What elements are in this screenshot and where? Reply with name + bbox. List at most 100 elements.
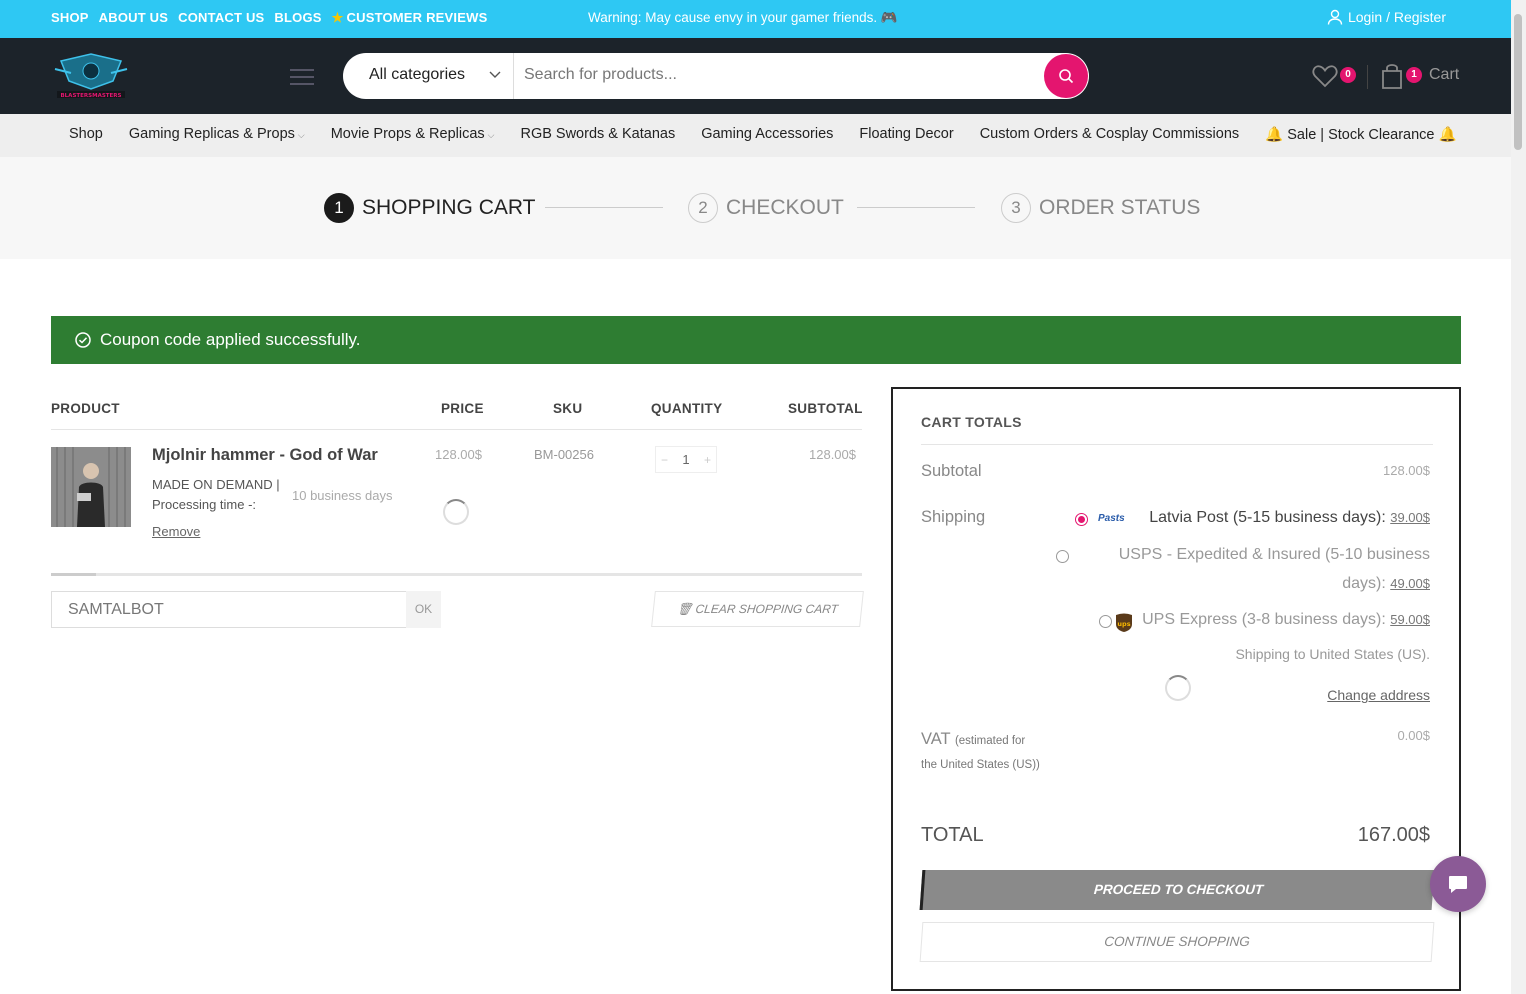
- shipping-option-price: 59.00$: [1390, 612, 1430, 627]
- apply-coupon-button[interactable]: OK: [406, 591, 441, 628]
- col-header-price: PRICE: [441, 401, 484, 416]
- top-link-about[interactable]: ABOUT US: [99, 10, 169, 26]
- top-link-blogs[interactable]: BLOGS: [274, 10, 321, 26]
- site-logo[interactable]: BLASTERSMASTERS: [53, 51, 129, 101]
- top-link-reviews[interactable]: ★ CUSTOMER REVIEWS: [332, 10, 488, 26]
- product-processing-days: 10 business days: [292, 488, 393, 503]
- step-connector: [857, 207, 975, 208]
- quantity-plus-button[interactable]: +: [704, 453, 711, 467]
- vat-label: VAT: [921, 730, 951, 748]
- chat-button[interactable]: [1430, 856, 1486, 912]
- shipping-option-usps-line1[interactable]: USPS - Expedited & Insured (5-10 busines…: [1119, 546, 1430, 564]
- chevron-down-icon: ⌵: [487, 130, 495, 140]
- shipping-radio-ups[interactable]: [1099, 615, 1112, 628]
- quantity-minus-button[interactable]: −: [661, 453, 668, 467]
- shopping-bag-icon[interactable]: [1381, 62, 1403, 90]
- user-icon: [1327, 9, 1343, 25]
- shipping-radio-usps[interactable]: [1056, 550, 1069, 563]
- shipping-option-latvia-post[interactable]: Latvia Post (5-15 business days): 39.00$: [1149, 509, 1430, 527]
- nav-item-floating-decor[interactable]: Floating Decor: [859, 126, 953, 143]
- search-icon: [1059, 69, 1074, 84]
- quantity-stepper: − 1 +: [655, 446, 717, 473]
- loading-spinner: [1165, 675, 1191, 701]
- quantity-value[interactable]: 1: [682, 452, 689, 467]
- product-subtotal: 128.00$: [809, 447, 856, 462]
- product-price: 128.00$: [435, 447, 482, 462]
- scrollbar-thumb[interactable]: [1514, 14, 1522, 150]
- heart-icon[interactable]: [1312, 64, 1338, 88]
- step-label: ORDER STATUS: [1039, 196, 1201, 219]
- nav-item-movie-props[interactable]: Movie Props & Replicas ⌵: [331, 126, 495, 143]
- coupon-success-alert: Coupon code applied successfully.: [51, 316, 1461, 364]
- shipping-option-name: UPS Express (3-8 business days):: [1142, 611, 1386, 628]
- search-bar: All categories Search for products...: [343, 53, 1089, 99]
- continue-shopping-button[interactable]: CONTINUE SHOPPING: [919, 922, 1435, 962]
- loading-spinner: [443, 499, 469, 525]
- nav-item-gaming-accessories[interactable]: Gaming Accessories: [701, 126, 833, 143]
- loading-progress-bar: [51, 573, 862, 576]
- vat-label-block: VAT (estimated for the United States (US…: [921, 728, 1041, 776]
- top-warning: Warning: May cause envy in your gamer fr…: [588, 10, 898, 25]
- header: BLASTERSMASTERS All categories Search fo…: [0, 38, 1511, 114]
- nav-item-gaming-replicas[interactable]: Gaming Replicas & Props ⌵: [129, 126, 305, 143]
- step-number: 3: [1001, 193, 1031, 223]
- search-button[interactable]: [1044, 54, 1088, 98]
- ups-logo-text: ups: [1117, 620, 1130, 628]
- shipping-option-name: days):: [1342, 575, 1386, 592]
- col-header-product: PRODUCT: [51, 401, 120, 416]
- col-header-quantity: QUANTITY: [651, 401, 723, 416]
- total-value: 167.00$: [1357, 824, 1430, 846]
- cart-count-badge: 1: [1406, 67, 1422, 83]
- cart-totals-panel: CART TOTALS Subtotal 128.00$ Shipping Pa…: [891, 387, 1461, 991]
- ups-logo-icon: ups: [1116, 613, 1132, 632]
- shipping-label: Shipping: [921, 508, 986, 526]
- cart-label[interactable]: Cart: [1429, 66, 1459, 84]
- shipping-option-price: 49.00$: [1390, 576, 1430, 591]
- alert-message: Coupon code applied successfully.: [100, 330, 361, 349]
- step-number: 1: [324, 193, 354, 223]
- step-number: 2: [688, 193, 718, 223]
- check-circle-icon: [75, 332, 91, 348]
- col-header-sku: SKU: [553, 401, 583, 416]
- top-bar: SHOP ABOUT US CONTACT US BLOGS ★ CUSTOMER…: [0, 0, 1511, 38]
- remove-link[interactable]: Remove: [152, 524, 200, 539]
- shipping-destination: Shipping to United States (US).: [1235, 646, 1430, 662]
- wishlist-count-badge: 0: [1340, 67, 1356, 83]
- totals-divider: [921, 444, 1433, 445]
- nav-item-label: Movie Props & Replicas: [330, 126, 485, 142]
- menu-icon[interactable]: [290, 69, 314, 85]
- main-nav: Shop Gaming Replicas & Props ⌵ Movie Prop…: [0, 114, 1511, 157]
- scrollbar[interactable]: [1511, 0, 1526, 994]
- nav-item-custom-orders[interactable]: Custom Orders & Cosplay Commissions: [980, 126, 1239, 143]
- top-link-shop[interactable]: SHOP: [51, 10, 89, 26]
- proceed-to-checkout-button[interactable]: PROCEED TO CHECKOUT: [919, 870, 1435, 910]
- login-link[interactable]: Login / Register: [1327, 9, 1446, 25]
- product-thumbnail[interactable]: [51, 447, 131, 527]
- clear-cart-button[interactable]: 🗑 CLEAR SHOPPING CART: [651, 591, 864, 627]
- coupon-input[interactable]: SAMTALBOT: [51, 591, 407, 628]
- search-input[interactable]: Search for products...: [524, 66, 677, 84]
- logo-text: BLASTERSMASTERS: [60, 93, 121, 99]
- header-divider: [1367, 65, 1368, 89]
- step-order-status: 3 ORDER STATUS: [1001, 193, 1200, 223]
- nav-item-shop[interactable]: Shop: [69, 126, 103, 143]
- nav-item-label: Gaming Replicas & Props: [128, 126, 295, 142]
- shipping-radio-latvia-post[interactable]: [1075, 513, 1088, 526]
- col-header-subtotal: SUBTOTAL: [788, 401, 863, 416]
- product-name[interactable]: Mjolnir hammer - God of War: [152, 446, 378, 465]
- step-connector: [545, 207, 663, 208]
- top-link-contact[interactable]: CONTACT US: [178, 10, 264, 26]
- trash-icon: 🗑: [676, 602, 697, 616]
- product-meta-processing: Processing time -:: [152, 497, 257, 512]
- category-select[interactable]: All categories: [369, 66, 465, 84]
- top-link-reviews-label: CUSTOMER REVIEWS: [346, 10, 488, 25]
- change-address-link[interactable]: Change address: [1327, 687, 1430, 703]
- shipping-option-usps-line2[interactable]: days): 49.00$: [1342, 575, 1430, 593]
- login-label: Login / Register: [1347, 9, 1446, 25]
- shipping-option-ups[interactable]: UPS Express (3-8 business days): 59.00$: [1142, 611, 1430, 629]
- top-links: SHOP ABOUT US CONTACT US BLOGS ★ CUSTOMER…: [51, 10, 487, 26]
- nav-item-rgb-swords[interactable]: RGB Swords & Katanas: [520, 126, 675, 143]
- checkout-steps: 1 SHOPPING CART 2 CHECKOUT 3 ORDER STATU…: [0, 157, 1511, 259]
- nav-item-sale[interactable]: 🔔 Sale | Stock Clearance 🔔: [1265, 126, 1456, 143]
- total-label: TOTAL: [921, 824, 984, 846]
